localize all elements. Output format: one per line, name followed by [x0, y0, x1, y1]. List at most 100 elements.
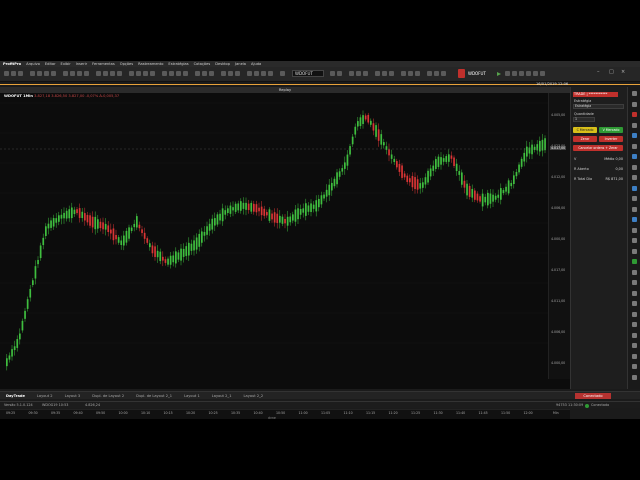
grid-icon[interactable] — [110, 71, 115, 76]
play-icon[interactable] — [497, 72, 501, 76]
menu-item-rastreamento[interactable]: Rastreamento — [138, 62, 163, 66]
drawing-tool-icon[interactable] — [632, 217, 637, 222]
ticker-select[interactable]: WDOFUT — [292, 70, 324, 77]
timeframe-label[interactable]: Min — [553, 411, 559, 415]
cascade-icon[interactable] — [441, 71, 446, 76]
save-icon[interactable] — [18, 71, 23, 76]
drawing-tool-icon[interactable] — [632, 112, 637, 117]
menu-item-ferramentas[interactable]: Ferramentas — [92, 62, 115, 66]
chart-window[interactable]: WDOFUT 1Min 3.827,18 3.826,50 3.827,00 -… — [0, 93, 570, 419]
candlestick-chart[interactable] — [0, 93, 570, 419]
drawing-tool-icon[interactable] — [632, 196, 637, 201]
menu-item-janela[interactable]: Janela — [235, 62, 246, 66]
speed-up-icon[interactable] — [533, 71, 538, 76]
drawing-tool-icon[interactable] — [632, 227, 637, 233]
fast-forward-icon[interactable] — [540, 71, 545, 76]
drawing-tool-icon[interactable] — [632, 206, 637, 212]
drawing-tool-icon[interactable] — [632, 122, 637, 128]
drawing-tool-icon[interactable] — [632, 280, 637, 285]
drawing-tool-icon[interactable] — [632, 374, 637, 380]
window-icon[interactable] — [427, 71, 432, 76]
zoom-out-icon[interactable] — [103, 71, 108, 76]
fibonacci-icon[interactable] — [70, 71, 75, 76]
candle-icon[interactable] — [162, 71, 167, 76]
price-axis[interactable]: 4.005,004.023,004.012,004.006,004.000,00… — [548, 93, 570, 379]
daily-icon[interactable] — [280, 71, 285, 76]
drawing-tool-icon[interactable] — [632, 133, 637, 138]
drawing-tool-icon[interactable] — [632, 185, 637, 191]
remove-icon[interactable] — [337, 71, 342, 76]
period-15-icon[interactable] — [261, 71, 266, 76]
period-60-icon[interactable] — [268, 71, 273, 76]
cursor-icon[interactable] — [84, 71, 89, 76]
tab-dupl-layout-2-1[interactable]: Dupl. de Layout 2_1 — [130, 394, 178, 398]
drawing-tool-icon[interactable] — [632, 269, 637, 275]
tape-icon[interactable] — [382, 71, 387, 76]
zerar-button[interactable]: Zerar — [573, 136, 597, 142]
news-icon[interactable] — [51, 71, 56, 76]
menu-item-desktop[interactable]: Desktop — [215, 62, 230, 66]
line-tool-icon[interactable] — [63, 71, 68, 76]
drawing-tool-icon[interactable] — [632, 343, 637, 348]
tab-layout-2[interactable]: Layout 2 — [31, 394, 59, 398]
scanner-icon[interactable] — [401, 71, 406, 76]
inverter-button[interactable]: Inverter — [599, 136, 623, 142]
drawing-tool-icon[interactable] — [632, 154, 637, 159]
alarm-icon[interactable] — [143, 71, 148, 76]
replay-icon[interactable] — [209, 71, 214, 76]
replay-record-icon[interactable] — [458, 69, 465, 78]
maximize-icon[interactable]: □ — [609, 69, 614, 75]
calc-icon[interactable] — [415, 71, 420, 76]
order-panel-header[interactable]: TRADE | *********** — [573, 92, 618, 97]
drawing-tool-icon[interactable] — [632, 248, 637, 254]
drawing-tool-icon[interactable] — [632, 301, 637, 306]
drawing-tool-icon[interactable] — [632, 311, 637, 317]
area-chart-icon[interactable] — [183, 71, 188, 76]
menu-item-editar[interactable]: Editar — [45, 62, 56, 66]
drawing-tool-icon[interactable] — [632, 290, 637, 296]
menu-item-cotacoes[interactable]: Cotações — [194, 62, 211, 66]
volume-icon[interactable] — [375, 71, 380, 76]
drawing-tool-icon[interactable] — [632, 164, 637, 170]
drawing-tool-icon[interactable] — [632, 143, 637, 149]
menu-item-opcoes[interactable]: Opções — [120, 62, 133, 66]
drawing-tool-icon[interactable] — [632, 91, 637, 96]
refresh-icon[interactable] — [235, 71, 240, 76]
minimize-icon[interactable]: – — [597, 69, 600, 75]
drawing-tool-icon[interactable] — [632, 175, 637, 180]
left-icon[interactable] — [349, 71, 354, 76]
right-icon[interactable] — [356, 71, 361, 76]
tab-layout-2-2[interactable]: Layout 2_2 — [237, 394, 269, 398]
indicator-icon[interactable] — [195, 71, 200, 76]
menu-item-estrategias[interactable]: Estratégias — [168, 62, 188, 66]
period-1-icon[interactable] — [247, 71, 252, 76]
menu-item-exibir[interactable]: Exibir — [61, 62, 71, 66]
strategy-select[interactable]: Estratégia — [573, 104, 624, 109]
tab-daytrade[interactable]: DayTrade — [0, 394, 31, 398]
link-icon[interactable] — [228, 71, 233, 76]
new-icon[interactable] — [4, 71, 9, 76]
period-5-icon[interactable] — [254, 71, 259, 76]
depth-icon[interactable] — [389, 71, 394, 76]
zoom-in-icon[interactable] — [96, 71, 101, 76]
line-chart-icon[interactable] — [176, 71, 181, 76]
menu-item-ajuda[interactable]: Ajuda — [251, 62, 261, 66]
bar-icon[interactable] — [169, 71, 174, 76]
quantity-input[interactable]: 1 — [573, 117, 595, 122]
drawing-tool-icon[interactable] — [632, 101, 637, 107]
step-icon[interactable] — [512, 71, 517, 76]
alert-icon[interactable] — [408, 71, 413, 76]
tab-layout-3[interactable]: Layout 3 — [59, 394, 87, 398]
cancel-all-button[interactable]: Cancelar ordens + Zerar — [573, 145, 623, 151]
drawing-tool-icon[interactable] — [632, 238, 637, 243]
search-icon[interactable] — [150, 71, 155, 76]
settings-icon[interactable] — [117, 71, 122, 76]
stop-icon[interactable] — [519, 71, 524, 76]
close-icon[interactable]: × — [621, 69, 625, 75]
open-icon[interactable] — [11, 71, 16, 76]
drawing-tool-icon[interactable] — [632, 332, 637, 338]
print-icon[interactable] — [136, 71, 141, 76]
lock-icon[interactable] — [221, 71, 226, 76]
drawing-tool-icon[interactable] — [632, 353, 637, 359]
chart-icon[interactable] — [30, 71, 35, 76]
